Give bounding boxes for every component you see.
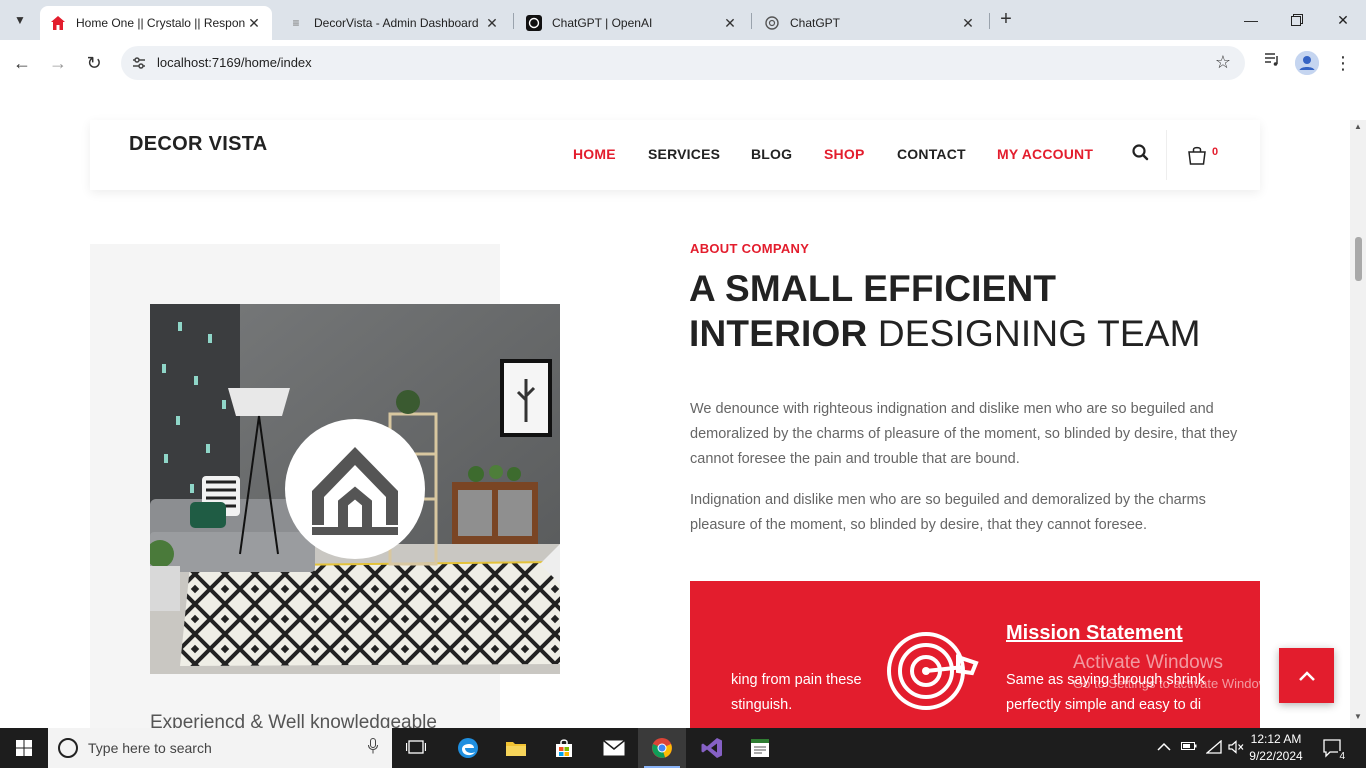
close-icon[interactable]: ✕: [484, 15, 500, 32]
tab-home-one[interactable]: Home One || Crystalo || Respon ✕: [40, 6, 272, 40]
close-icon[interactable]: ✕: [246, 15, 262, 32]
site-settings-icon[interactable]: [131, 55, 147, 71]
mission-left-text: king from pain these stinguish.: [731, 668, 862, 718]
tab-chatgpt-openai[interactable]: ChatGPT | OpenAI ✕: [516, 6, 748, 40]
close-icon[interactable]: ✕: [722, 15, 738, 32]
scroll-to-top-button[interactable]: [1279, 648, 1334, 703]
back-arrow-icon[interactable]: ←: [10, 51, 34, 75]
chrome-taskbar-icon[interactable]: [638, 728, 686, 768]
watermark-line2: Go to Settings to activate Windows.: [1073, 676, 1279, 691]
tab-separator: [513, 13, 514, 29]
about-paragraph-2: Indignation and dislike men who are so b…: [690, 492, 1206, 533]
page-scrollbar[interactable]: ▲ ▼: [1350, 120, 1366, 728]
tab-decorvista-admin[interactable]: ≡ DecorVista - Admin Dashboard ✕: [278, 6, 510, 40]
tab-title: Home One || Crystalo || Respon: [76, 16, 246, 30]
task-view-icon[interactable]: [392, 728, 440, 768]
close-icon[interactable]: ✕: [960, 15, 976, 32]
nav-my-account[interactable]: MY ACCOUNT: [997, 146, 1093, 162]
search-placeholder: Type here to search: [88, 740, 212, 756]
headline-bold-word: INTERIOR: [689, 313, 868, 354]
tab-title: DecorVista - Admin Dashboard: [314, 16, 479, 30]
search-icon[interactable]: [1131, 142, 1151, 164]
house-icon: [312, 447, 398, 535]
nav-home[interactable]: HOME: [573, 146, 616, 162]
watermark-line1: Activate Windows: [1073, 652, 1223, 673]
document-favicon-icon: ≡: [292, 16, 300, 30]
about-paragraph-1: We denounce with righteous indignation a…: [690, 401, 1238, 467]
media-control-icon[interactable]: [1260, 51, 1284, 75]
nav-blog[interactable]: BLOG: [751, 146, 792, 162]
reload-icon[interactable]: ↻: [82, 51, 106, 75]
site-header: DECOR VISTA HOME SERVICES BLOG SHOP CONT…: [90, 120, 1260, 190]
scroll-thumb[interactable]: [1355, 237, 1362, 281]
experience-text: Experiencd & Well knowledgeable: [150, 712, 437, 728]
tab-separator: [989, 13, 990, 29]
minimize-icon[interactable]: —: [1228, 0, 1274, 40]
notification-count: 4: [1338, 751, 1346, 762]
wifi-icon[interactable]: [1205, 739, 1222, 757]
forward-arrow-icon[interactable]: →: [46, 51, 70, 75]
cortana-search-icon: [58, 738, 78, 758]
edge-browser-icon[interactable]: [444, 728, 492, 768]
nav-shop[interactable]: SHOP: [824, 146, 864, 162]
tab-title: ChatGPT | OpenAI: [552, 16, 653, 30]
notepad-app-icon[interactable]: [736, 728, 784, 768]
taskbar-clock[interactable]: 12:12 AM 9/22/2024: [1244, 731, 1308, 765]
cart-count-badge: 0: [1212, 146, 1219, 158]
headline-line1: A SMALL EFFICIENT: [689, 268, 1057, 309]
headline-thin-words: DESIGNING TEAM: [877, 313, 1201, 354]
chevron-down-icon: ▼: [14, 13, 26, 27]
tab-title: ChatGPT: [790, 16, 841, 30]
home-logo-badge: [285, 419, 425, 559]
profile-avatar-icon[interactable]: [1295, 51, 1319, 75]
window-close-icon[interactable]: ✕: [1320, 0, 1366, 40]
nav-services[interactable]: SERVICES: [648, 146, 720, 162]
visual-studio-icon[interactable]: [688, 728, 736, 768]
battery-icon[interactable]: [1181, 740, 1197, 755]
bookmark-star-icon[interactable]: ☆: [1215, 52, 1231, 73]
mission-left-line1: king from pain these: [731, 672, 862, 688]
shopping-bag-icon[interactable]: [1186, 144, 1208, 166]
windows-taskbar: Type here to search 12:12 AM 9/22/2024 4: [0, 728, 1366, 768]
restore-icon[interactable]: [1274, 0, 1320, 40]
microsoft-store-icon[interactable]: [540, 728, 588, 768]
site-logo[interactable]: DECOR VISTA: [129, 133, 268, 156]
tab-search-button[interactable]: ▼: [6, 8, 34, 32]
tray-chevron-up-icon[interactable]: [1157, 740, 1171, 755]
browser-tab-strip: ▼ Home One || Crystalo || Respon ✕ ≡ Dec…: [0, 0, 1366, 40]
mail-icon[interactable]: [590, 728, 638, 768]
taskbar-search-box[interactable]: Type here to search: [48, 728, 392, 768]
browser-menu-icon[interactable]: ⋮: [1331, 51, 1355, 75]
new-tab-plus-icon[interactable]: +: [994, 8, 1018, 32]
openai-favicon-icon: [526, 15, 542, 31]
scroll-up-arrow-icon[interactable]: ▲: [1350, 122, 1366, 136]
about-headline: A SMALL EFFICIENT INTERIOR DESIGNING TEA…: [689, 266, 1201, 356]
microphone-icon[interactable]: [368, 738, 378, 757]
browser-toolbar: ← → ↻ localhost:7169/home/index ☆ ⋮: [0, 40, 1366, 86]
clock-date: 9/22/2024: [1249, 749, 1303, 763]
target-icon: [884, 629, 980, 713]
tab-separator: [751, 13, 752, 29]
scroll-down-arrow-icon[interactable]: ▼: [1350, 712, 1366, 726]
chevron-up-icon: [1298, 670, 1315, 681]
mission-left-line2: stinguish.: [731, 697, 793, 713]
nav-contact[interactable]: CONTACT: [897, 146, 966, 162]
openai-favicon-icon: [764, 15, 780, 31]
web-page: DECOR VISTA HOME SERVICES BLOG SHOP CONT…: [0, 86, 1350, 728]
notifications-icon[interactable]: 4: [1322, 738, 1346, 762]
address-bar[interactable]: localhost:7169/home/index ☆: [121, 46, 1245, 80]
windows-start-icon[interactable]: [0, 728, 48, 768]
activate-windows-watermark: Activate Windows Go to Settings to activ…: [1073, 652, 1278, 691]
about-eyebrow: ABOUT COMPANY: [690, 241, 810, 256]
file-explorer-icon[interactable]: [492, 728, 540, 768]
header-divider: [1166, 130, 1167, 180]
mission-line2: perfectly simple and easy to di: [1006, 697, 1202, 713]
mission-title[interactable]: Mission Statement: [1006, 622, 1183, 645]
house-favicon-icon: [50, 15, 66, 31]
url-text[interactable]: localhost:7169/home/index: [157, 55, 312, 70]
volume-muted-icon[interactable]: [1228, 740, 1244, 757]
clock-time: 12:12 AM: [1250, 732, 1302, 746]
tab-chatgpt[interactable]: ChatGPT ✕: [754, 6, 986, 40]
